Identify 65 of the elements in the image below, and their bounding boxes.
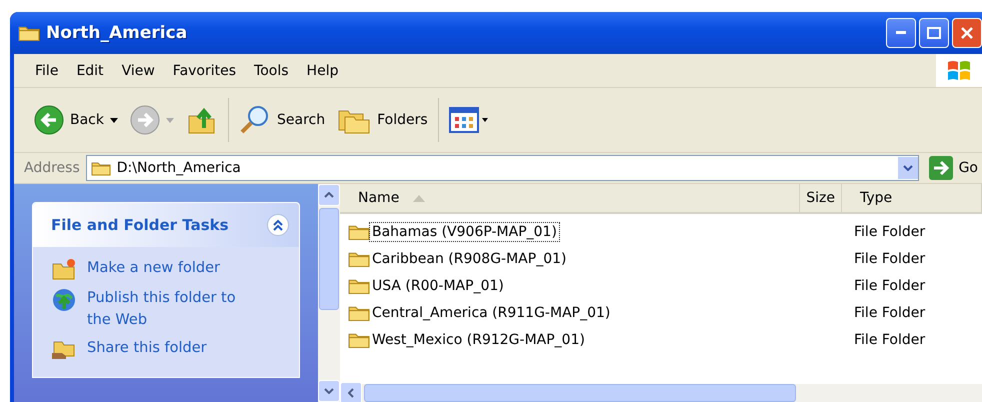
globe-upload-icon <box>51 287 77 313</box>
scroll-thumb[interactable] <box>364 384 796 402</box>
views-grid-icon <box>448 107 489 133</box>
folders-button[interactable]: Folders <box>331 98 434 142</box>
type-cell-text: File Folder <box>853 250 926 266</box>
folder-icon <box>348 222 370 240</box>
task-link[interactable]: Share this folder <box>87 337 247 359</box>
chevron-up-icon <box>324 192 334 198</box>
folder-icon <box>348 250 370 268</box>
scroll-up-button[interactable] <box>318 184 340 206</box>
vertical-scrollbar[interactable] <box>318 184 340 402</box>
menu-item[interactable]: Edit <box>67 62 113 78</box>
menu-item[interactable]: File <box>26 62 68 78</box>
menu-item[interactable]: Favorites <box>164 62 246 78</box>
double-chevron-icon <box>273 219 283 231</box>
column-header[interactable]: Name <box>340 184 800 212</box>
scroll-down-button[interactable] <box>318 380 340 402</box>
folder-name[interactable]: West_Mexico (R912G-MAP_01) <box>370 330 587 348</box>
folder-name[interactable]: Central_America (R911G-MAP_01) <box>370 304 612 322</box>
folder-name[interactable]: Caribbean (R908G-MAP_01) <box>370 250 568 268</box>
sort-arrow-icon <box>413 194 426 202</box>
column-header[interactable]: Type <box>842 184 982 212</box>
collapse-button[interactable] <box>267 214 289 236</box>
task-link[interactable]: Make a new folder <box>87 257 247 279</box>
minimize-icon <box>896 31 906 35</box>
type-cell-text: File Folder <box>853 278 926 294</box>
scroll-left-button[interactable] <box>340 382 362 402</box>
caret-icon <box>110 118 118 122</box>
address-field[interactable]: D:\North_America <box>86 155 919 181</box>
chevron-down-icon <box>902 165 913 171</box>
folder-icon <box>348 276 370 294</box>
type-cell-text: File Folder <box>853 304 926 320</box>
maximize-icon <box>927 27 941 39</box>
address-label: Address <box>24 160 80 176</box>
close-button[interactable] <box>952 18 982 48</box>
maximize-button[interactable] <box>919 18 949 48</box>
back-button[interactable]: Back <box>28 98 124 142</box>
minimize-button[interactable] <box>886 18 916 48</box>
go-button[interactable]: Go <box>924 156 982 180</box>
type-cell-text: File Folder <box>853 224 926 240</box>
menu-item[interactable]: Tools <box>245 62 298 78</box>
search-icon <box>239 104 271 136</box>
close-icon <box>961 27 973 39</box>
folder-name[interactable]: Bahamas (V906P-MAP_01) <box>370 222 559 240</box>
chevron-down-icon <box>324 388 334 394</box>
type-cell-text: File Folder <box>853 332 926 348</box>
new-folder-icon <box>51 257 77 281</box>
caret-icon <box>166 118 174 122</box>
menu-item[interactable]: Help <box>298 62 348 78</box>
folder-name[interactable]: USA (R00-MAP_01) <box>370 276 506 294</box>
chevron-left-icon <box>348 388 354 398</box>
folder-icon <box>348 330 370 348</box>
folder-icon <box>348 304 370 322</box>
dropdown-button[interactable] <box>898 157 918 179</box>
windows-logo <box>936 54 982 87</box>
column-header[interactable]: Size <box>800 184 842 212</box>
menu-item[interactable]: View <box>112 62 164 78</box>
folder-icon <box>90 160 111 176</box>
search-button[interactable]: Search <box>233 98 332 142</box>
scroll-thumb[interactable] <box>319 208 339 310</box>
horizontal-scrollbar[interactable] <box>340 384 982 402</box>
window-title: North_America <box>46 23 188 43</box>
folder-icon <box>18 24 40 42</box>
panel-title: File and Folder Tasks <box>51 216 229 234</box>
task-link[interactable]: Publish this folder to the Web <box>87 287 247 331</box>
